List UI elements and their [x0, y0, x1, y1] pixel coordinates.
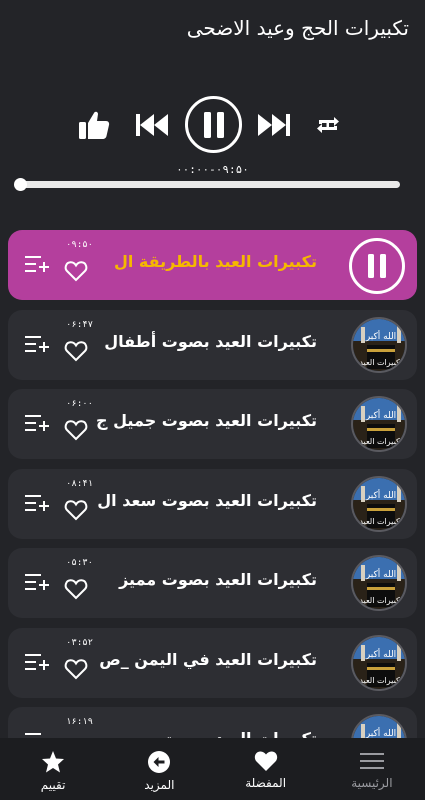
- player-controls: [0, 96, 425, 154]
- add-to-playlist-button[interactable]: [24, 652, 50, 674]
- track-title: تكبيرات العيد بالطريقة ال: [113, 252, 317, 271]
- track-duration: ۰۸:۴۱: [66, 478, 94, 489]
- track-duration: ۰۵:۳۰: [66, 558, 94, 568]
- nav-favorites[interactable]: المفضلة: [213, 738, 319, 800]
- track-title: تكبيرات العيد بصوت جميل ج: [96, 411, 317, 430]
- add-to-playlist-button[interactable]: [24, 254, 50, 276]
- previous-button[interactable]: [134, 110, 170, 140]
- track-title: تكبيرات العيد بصوت سعد ال: [97, 490, 317, 510]
- heart-icon: [64, 261, 88, 282]
- track-thumbnail: الله أكبر تكبيرات العيد: [351, 634, 407, 691]
- track-item[interactable]: الله أكبر تكبيرات العيد تكبيرات العيد بصوت…: [8, 389, 417, 459]
- track-duration: ۰۹:۵۰: [66, 240, 94, 250]
- heart-icon: [64, 658, 88, 679]
- seek-bar[interactable]: [14, 178, 400, 191]
- add-to-playlist-button[interactable]: [24, 413, 50, 435]
- add-to-playlist-icon: [25, 335, 49, 352]
- menu-icon: [359, 753, 384, 769]
- track-pause-button[interactable]: [349, 238, 405, 294]
- track-duration: ۰۳:۵۲: [66, 637, 94, 648]
- heart-icon: [64, 340, 88, 361]
- nav-more[interactable]: المزيد: [106, 738, 212, 800]
- heart-icon: [64, 499, 88, 520]
- thumbnail-caption: تكبيرات العيد: [359, 437, 402, 446]
- seek-thumb[interactable]: [14, 178, 27, 191]
- track-title: تكبيرات العيد بصوت مميز: [119, 570, 317, 589]
- nav-more-label: المزيد: [144, 778, 175, 792]
- nav-rate[interactable]: تقييم: [0, 738, 106, 800]
- add-to-playlist-icon: [25, 494, 49, 511]
- svg-text:الله أكبر: الله أكبر: [365, 648, 396, 660]
- svg-text:الله أكبر: الله أكبر: [365, 489, 396, 501]
- thumbnail-caption: تكبيرات العيد: [359, 596, 402, 605]
- track-duration: ۰۶:۴۷: [66, 319, 94, 330]
- add-to-playlist-icon: [25, 574, 49, 590]
- bottom-navigation: تقييم المزيد المفضلة الرئيسية: [0, 738, 425, 800]
- track-duration: ۱۶:۱۹: [66, 717, 94, 727]
- favorite-button[interactable]: [64, 578, 88, 600]
- add-to-playlist-button[interactable]: [24, 493, 50, 515]
- track-thumbnail: الله أكبر تكبيرات العيد: [351, 316, 407, 373]
- track-item[interactable]: الله أكبر تكبيرات العيد تكبيرات العيد بصوت…: [8, 309, 417, 380]
- nav-home[interactable]: الرئيسية: [319, 738, 425, 800]
- nav-rate-label: تقييم: [40, 778, 66, 792]
- track-item[interactable]: الله أكبر تكبيرات العيد تكبيرات العيد بصوت…: [8, 548, 417, 618]
- skip-next-icon: [258, 114, 290, 136]
- page-title: تكبيرات الحج وعيد الاضحى: [186, 16, 409, 40]
- next-button[interactable]: [256, 110, 292, 140]
- favorite-button[interactable]: [64, 419, 88, 441]
- nav-home-label: الرئيسية: [351, 776, 393, 790]
- heart-icon: [64, 579, 88, 600]
- time-readout: ۰۰:۰۰-۰۹:۵۰: [176, 163, 249, 176]
- favorite-button[interactable]: [64, 658, 88, 680]
- play-pause-button[interactable]: [185, 96, 242, 153]
- track-title: تكبيرات العيد في اليمن _ص: [99, 649, 317, 669]
- pause-icon: [203, 111, 224, 138]
- repeat-button[interactable]: [314, 112, 342, 138]
- svg-text:الله أكبر: الله أكبر: [365, 568, 396, 580]
- thumbnail-caption: تكبيرات العيد: [359, 676, 402, 685]
- track-item[interactable]: الله أكبر تكبيرات العيد تكبيرات العيد بصوت…: [8, 468, 417, 539]
- pause-icon: [368, 254, 386, 278]
- add-to-playlist-button[interactable]: [24, 334, 50, 356]
- heart-icon: [64, 420, 88, 441]
- svg-text:الله أكبر: الله أكبر: [365, 409, 396, 421]
- track-thumbnail: الله أكبر تكبيرات العيد: [351, 475, 407, 532]
- nav-favorites-label: المفضلة: [245, 776, 287, 790]
- skip-previous-icon: [136, 114, 168, 136]
- favorite-button[interactable]: [64, 340, 88, 362]
- arrow-left-circle-icon: [148, 751, 171, 773]
- repeat-icon: [317, 117, 339, 133]
- svg-text:الله أكبر: الله أكبر: [365, 330, 396, 342]
- thumbnail-caption: تكبيرات العيد: [359, 358, 402, 367]
- track-item[interactable]: الله أكبر تكبيرات العيد تكبيرات العيد في ا…: [8, 627, 417, 698]
- like-button[interactable]: [76, 108, 112, 142]
- track-duration: ۰۶:۰۰: [66, 399, 94, 409]
- favorite-button[interactable]: [64, 499, 88, 521]
- heart-icon: [254, 751, 277, 771]
- add-to-playlist-icon: [25, 653, 49, 670]
- track-thumbnail: الله أكبر تكبيرات العيد: [351, 555, 407, 611]
- track-item[interactable]: تكبيرات العيد بالطريقة ال ۰۹:۵۰: [8, 230, 417, 300]
- add-to-playlist-button[interactable]: [24, 572, 50, 594]
- thumbs-up-icon: [79, 111, 110, 139]
- track-thumbnail: الله أكبر تكبيرات العيد: [351, 396, 407, 452]
- add-to-playlist-icon: [25, 256, 49, 272]
- favorite-button[interactable]: [64, 260, 88, 282]
- add-to-playlist-icon: [25, 415, 49, 431]
- star-icon: [42, 751, 65, 773]
- thumbnail-caption: تكبيرات العيد: [359, 517, 402, 526]
- track-title: تكبيرات العيد بصوت أطفال: [104, 331, 317, 351]
